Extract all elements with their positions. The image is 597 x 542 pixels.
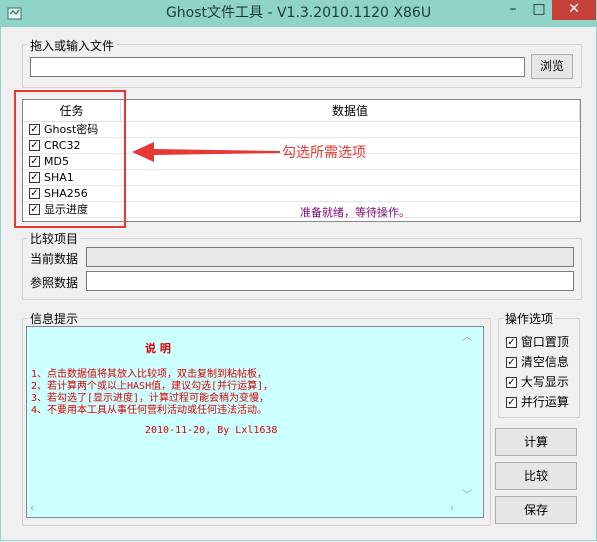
info-text-area[interactable]: 说 明 1、点击数据值将其放入比较项，双击复制到粘帖板， 2、若计算两个或以上H… — [26, 326, 484, 518]
close-button[interactable]: ✕ — [552, 0, 596, 20]
option-label: 窗口置顶 — [520, 335, 569, 349]
horizontal-scrollbar[interactable]: ‹ › — [26, 501, 458, 518]
file-path-input[interactable] — [30, 57, 525, 77]
scroll-up-icon[interactable]: ︿ — [462, 328, 472, 343]
reference-data-label: 参照数据 — [30, 276, 79, 290]
option-parallel[interactable]: ✓ 并行运算 — [506, 393, 569, 410]
info-heading: 说 明 — [145, 342, 171, 355]
file-input-legend: 拖入或输入文件 — [28, 37, 117, 54]
options-legend: 操作选项 — [503, 310, 556, 327]
compare-legend: 比较项目 — [28, 230, 81, 247]
column-header-value[interactable]: 数据值 — [121, 100, 580, 122]
option-label: 清空信息 — [520, 355, 569, 369]
option-checkbox[interactable]: ✓ — [506, 377, 517, 388]
current-data-label: 当前数据 — [30, 252, 79, 266]
option-clear-info[interactable]: ✓ 清空信息 — [506, 353, 569, 370]
option-checkbox[interactable]: ✓ — [506, 397, 517, 408]
option-window-topmost[interactable]: ✓ 窗口置顶 — [506, 333, 569, 350]
info-legend: 信息提示 — [28, 310, 81, 327]
save-button[interactable]: 保存 — [495, 496, 577, 524]
info-line: 4、不要用本工具从事任何营利活动或任何违法活动。 — [31, 405, 268, 416]
option-label: 大写显示 — [520, 375, 569, 389]
info-footer: 2010-11-20, By Lxl1638 — [145, 425, 278, 436]
option-uppercase[interactable]: ✓ 大写显示 — [506, 373, 569, 390]
maximize-button[interactable]: □ — [526, 0, 552, 20]
annotation-text: 勾选所需选项 — [282, 145, 366, 161]
browse-button[interactable]: 浏览 — [531, 54, 573, 79]
highlight-box — [14, 90, 126, 228]
scroll-right-icon[interactable]: › — [450, 503, 454, 514]
compare-button[interactable]: 比较 — [495, 462, 577, 490]
scroll-left-icon[interactable]: ‹ — [30, 503, 34, 514]
red-left-arrow-icon — [132, 142, 280, 162]
scroll-down-icon[interactable]: ﹀ — [462, 486, 472, 501]
option-checkbox[interactable]: ✓ — [506, 357, 517, 368]
option-label: 并行运算 — [520, 395, 569, 409]
option-checkbox[interactable]: ✓ — [506, 337, 517, 348]
current-data-field[interactable] — [86, 247, 574, 267]
reference-data-field[interactable] — [86, 271, 574, 291]
minimize-button[interactable]: – — [500, 0, 526, 20]
vertical-scrollbar[interactable]: ︿ ﹀ — [458, 326, 475, 501]
status-text: 准备就绪，等待操作。 — [300, 206, 410, 219]
compute-button[interactable]: 计算 — [495, 428, 577, 456]
